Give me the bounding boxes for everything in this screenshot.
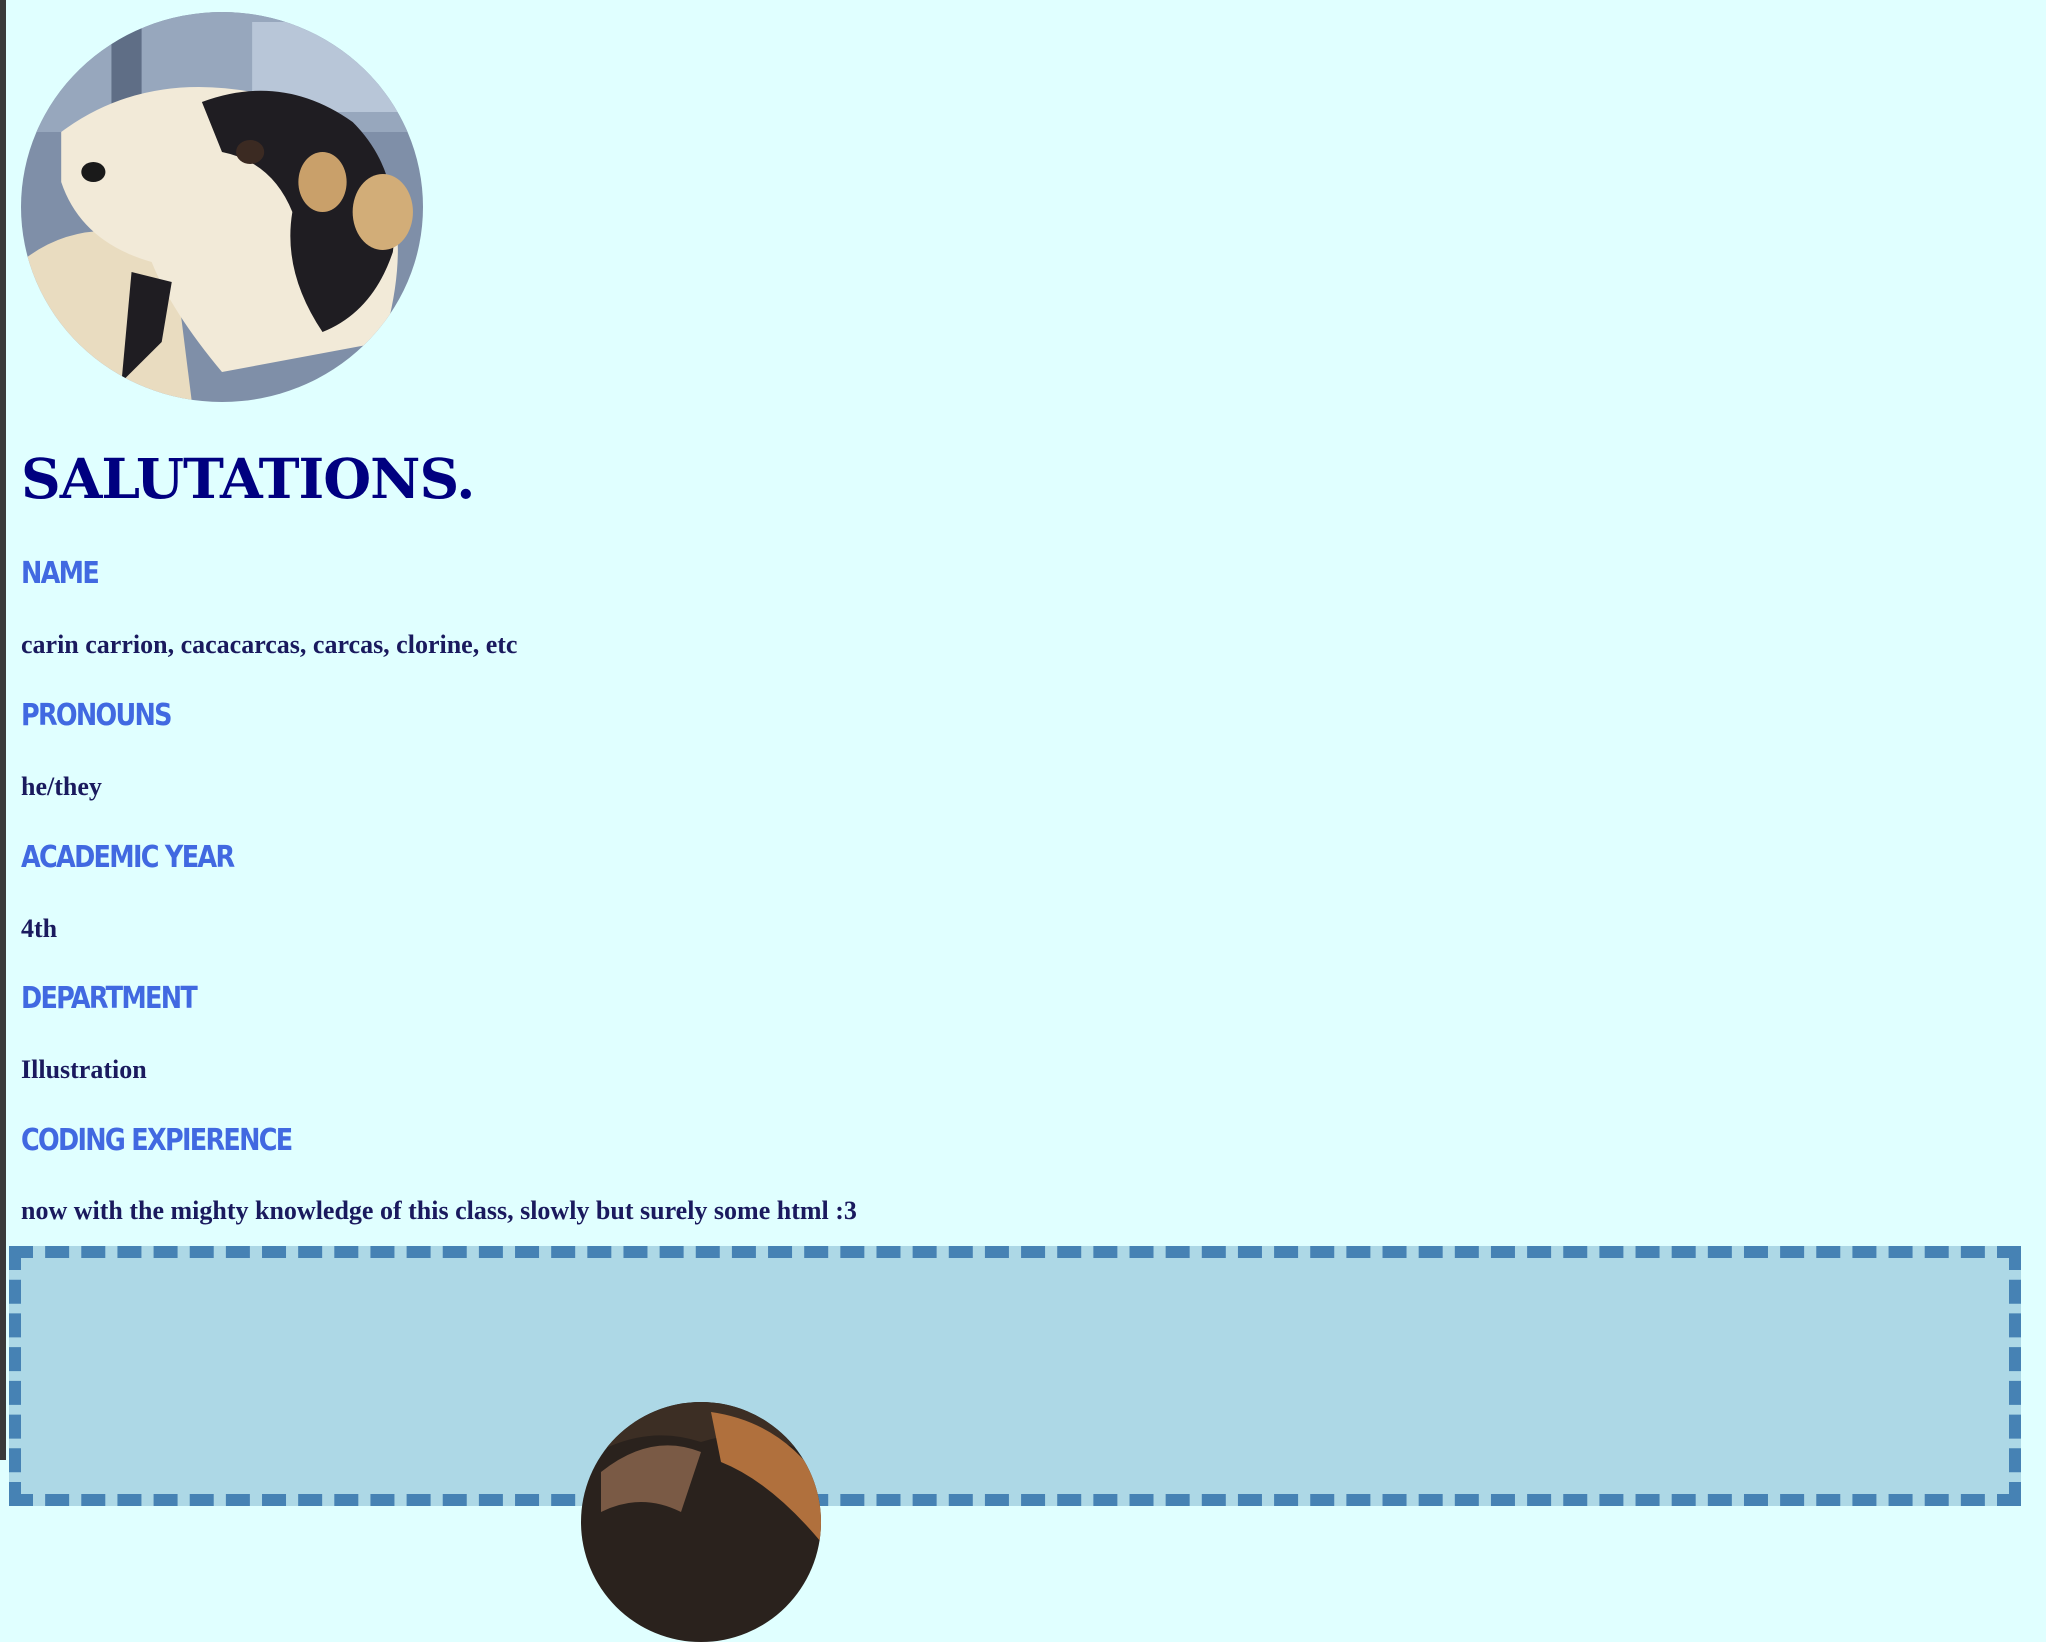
coding-experience-label: CODING EXPIERENCE bbox=[21, 1123, 293, 1158]
page-title: SALUTATIONS. bbox=[21, 446, 475, 511]
name-value: carin carrion, cacacarcas, carcas, clori… bbox=[21, 630, 518, 659]
pronouns-label: PRONOUNS bbox=[21, 698, 173, 733]
dog-photo-icon bbox=[21, 12, 423, 402]
panel-photo bbox=[581, 1402, 821, 1642]
cat-photo-icon bbox=[581, 1402, 821, 1642]
academic-year-label: ACADEMIC YEAR bbox=[21, 840, 235, 875]
coding-experience-value: now with the mighty knowledge of this cl… bbox=[21, 1196, 857, 1225]
profile-photo bbox=[21, 12, 423, 402]
department-label: DEPARTMENT bbox=[21, 981, 198, 1016]
department-value: Illustration bbox=[21, 1055, 147, 1084]
name-label: NAME bbox=[21, 556, 100, 591]
photo-panel bbox=[9, 1246, 2021, 1642]
window-left-edge bbox=[0, 0, 6, 1460]
pronouns-value: he/they bbox=[21, 772, 102, 801]
academic-year-value: 4th bbox=[21, 914, 58, 943]
